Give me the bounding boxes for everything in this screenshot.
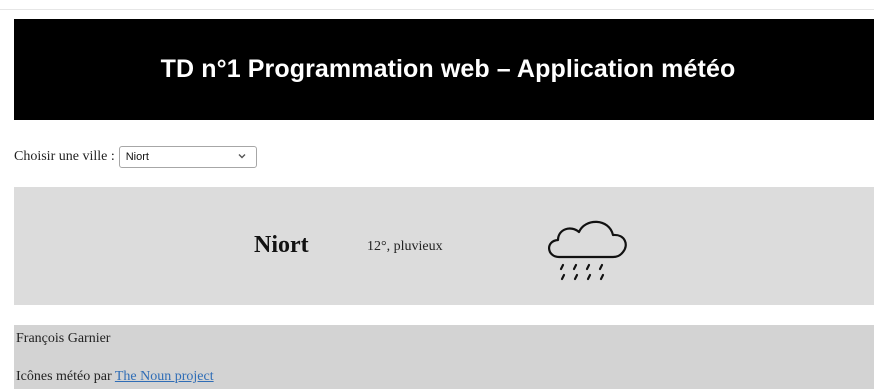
- city-select[interactable]: Niort: [118, 146, 257, 168]
- weather-panel: Niort 12°, pluvieux: [14, 187, 874, 305]
- chevron-down-icon: [238, 154, 246, 159]
- icon-credits: Icônes météo par The Noun project: [16, 369, 214, 385]
- weather-city-name: Niort: [254, 232, 309, 258]
- author-name: François Garnier: [16, 331, 111, 346]
- weather-description: 12°, pluvieux: [367, 239, 443, 254]
- footer: François Garnier Icônes météo par The No…: [14, 325, 874, 389]
- credits-prefix: Icônes météo par: [16, 369, 115, 384]
- noun-project-link[interactable]: The Noun project: [115, 369, 214, 384]
- top-divider: [0, 9, 874, 10]
- city-select-value: Niort: [125, 151, 149, 163]
- city-selector-label: Choisir une ville :: [14, 149, 115, 164]
- page-title: TD n°1 Programmation web – Application m…: [160, 55, 736, 83]
- page: TD n°1 Programmation web – Application m…: [0, 0, 874, 389]
- rain-cloud-icon: [548, 220, 627, 281]
- city-selector-row: Choisir une ville : Niort: [14, 145, 257, 169]
- header-banner: TD n°1 Programmation web – Application m…: [14, 19, 874, 120]
